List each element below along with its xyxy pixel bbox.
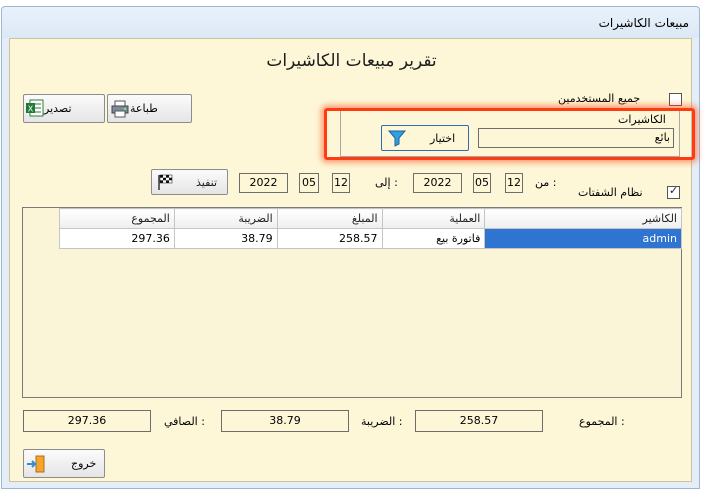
sales-table: المجموع الضريبة المبلغ العملية الكاشير 2… (59, 208, 682, 249)
export-button[interactable]: تصدير X (23, 94, 105, 123)
column-header-total[interactable]: المجموع (59, 208, 175, 229)
report-title: تقرير مبيعات الكاشيرات (266, 51, 437, 71)
column-header-operation[interactable]: العملية (381, 208, 486, 229)
sales-grid[interactable]: المجموع الضريبة المبلغ العملية الكاشير 2… (22, 207, 682, 398)
to-label: إلى : (375, 176, 398, 189)
to-month-input[interactable]: 05 (299, 173, 319, 193)
all-users-checkbox[interactable] (669, 93, 682, 106)
checkered-flag-icon (156, 173, 174, 194)
title-bar: مبيعات الكاشيرات (1, 6, 700, 38)
from-label: من : (535, 176, 557, 189)
exit-button[interactable]: خروج (23, 449, 105, 478)
column-header-amount[interactable]: المبلغ (276, 208, 383, 229)
exit-door-icon (26, 454, 46, 477)
summary-net-value: 297.36 (23, 410, 151, 432)
summary-total-label: المجموع : (579, 415, 625, 428)
cell-amount[interactable]: 258.57 (276, 228, 383, 249)
choose-cashier-button[interactable]: اختيار (381, 125, 469, 151)
print-button[interactable]: طباعة (107, 94, 192, 123)
report-panel: تقرير مبيعات الكاشيرات طباعة تصدير X جمي… (9, 38, 695, 482)
to-year-input[interactable]: 2022 (239, 173, 288, 193)
cell-cashier[interactable]: admin (484, 228, 682, 249)
svg-text:X: X (28, 105, 34, 114)
cashiers-group-label: الكاشيرات (616, 113, 668, 126)
cell-operation[interactable]: فاتورة بيع (381, 228, 486, 249)
summary-tax-value: 38.79 (221, 410, 349, 432)
cell-tax[interactable]: 38.79 (173, 228, 278, 249)
shifts-checkbox[interactable] (667, 184, 680, 199)
execute-button-label: تنفيذ (196, 176, 218, 189)
window-title: مبيعات الكاشيرات (598, 16, 689, 30)
all-users-label: جميع المستخدمين (558, 92, 641, 105)
table-row[interactable]: 297.36 38.79 258.57 فاتورة بيع admin (59, 228, 682, 249)
exit-button-label: خروج (71, 457, 97, 470)
filter-icon (387, 129, 407, 150)
summary-total-value: 258.57 (415, 410, 543, 432)
export-button-label: تصدير (44, 102, 72, 115)
from-day-input[interactable]: 12 (505, 173, 523, 193)
window: مبيعات الكاشيرات تقرير مبيعات الكاشيرات … (0, 0, 704, 494)
shifts-label: نظام الشفتات (578, 186, 643, 199)
cell-total[interactable]: 297.36 (59, 228, 175, 249)
excel-icon: X (25, 98, 45, 121)
summary-tax-label: الضريبة : (361, 415, 403, 428)
print-button-label: طباعة (130, 102, 158, 115)
cashier-input[interactable]: بائع (478, 128, 674, 148)
printer-icon (111, 100, 129, 121)
from-year-input[interactable]: 2022 (413, 173, 462, 193)
column-header-cashier[interactable]: الكاشير (484, 208, 682, 229)
summary-net-label: الصافي : (164, 415, 205, 428)
to-day-input[interactable]: 12 (332, 173, 350, 193)
column-header-tax[interactable]: الضريبة (173, 208, 278, 229)
choose-button-label: اختيار (430, 132, 456, 145)
from-month-input[interactable]: 05 (473, 173, 491, 193)
execute-button[interactable]: تنفيذ (151, 169, 228, 195)
